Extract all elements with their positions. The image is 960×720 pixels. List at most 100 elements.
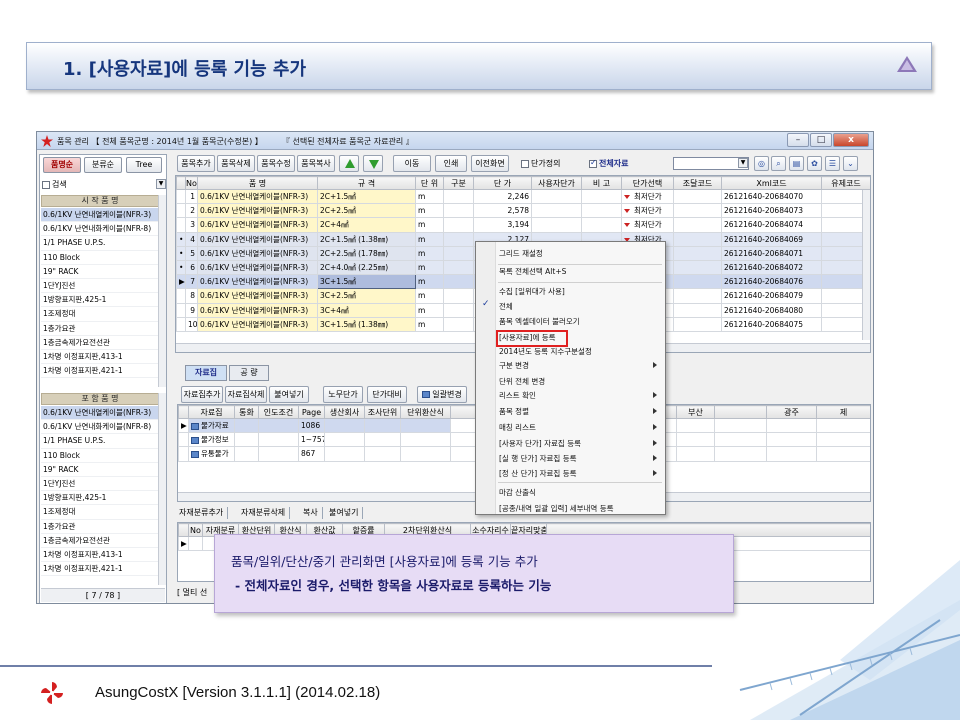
cell[interactable] xyxy=(676,432,715,448)
delete-collection-button[interactable]: 자료집삭제 xyxy=(225,386,267,403)
cell[interactable] xyxy=(400,417,451,434)
cell-price[interactable]: 2,246 xyxy=(473,188,532,205)
column-header[interactable]: 구분 xyxy=(443,176,474,190)
menu-item[interactable]: 그리드 재설정 xyxy=(499,248,543,259)
cell-procure-code[interactable] xyxy=(673,217,722,233)
cell-xml-code[interactable]: 26121640-20684072 xyxy=(721,259,822,276)
cell-name[interactable]: 0.6/1KV 난연내열케이블(NFR-3) xyxy=(197,288,318,304)
cell-kind[interactable] xyxy=(443,259,474,276)
move-button[interactable]: 이동 xyxy=(393,155,431,172)
list-item[interactable]: 1층금속제가요전선관 xyxy=(41,534,159,548)
cell-procure-code[interactable] xyxy=(673,316,722,332)
cell-no[interactable]: 9 xyxy=(185,302,198,318)
cell-procure-code[interactable] xyxy=(673,245,722,261)
cell-unit[interactable]: m xyxy=(415,274,444,290)
cell-xml-code[interactable]: 26121640-20684070 xyxy=(721,188,822,205)
cell[interactable] xyxy=(364,417,401,434)
column-header[interactable]: Page xyxy=(298,405,325,419)
cell-spec[interactable]: 3C+1.5㎟ xyxy=(317,274,416,290)
cell-unit[interactable]: m xyxy=(415,288,444,304)
print-button[interactable]: 인쇄 xyxy=(435,155,467,172)
cell-name[interactable]: 0.6/1KV 난연내열케이블(NFR-3) xyxy=(197,316,318,332)
checkbox[interactable] xyxy=(589,158,597,168)
list-item[interactable]: 1/1 PHASE U.P.S. xyxy=(41,236,159,251)
list-item[interactable]: 1/1 PHASE U.P.S. xyxy=(41,434,159,449)
cell-name[interactable]: 0.6/1KV 난연내열케이블(NFR-3) xyxy=(197,274,318,290)
chevron-down-icon[interactable]: ▼ xyxy=(738,158,748,168)
delete-material-class-button[interactable]: 자재분류삭제 xyxy=(241,507,291,519)
move-down-button[interactable] xyxy=(363,155,383,172)
menu-item[interactable]: [사용자료]에 등록 xyxy=(499,332,556,343)
tab-labor[interactable]: 공 량 xyxy=(229,365,269,381)
checkbox[interactable] xyxy=(521,159,529,168)
minimize-button[interactable]: – xyxy=(787,133,809,147)
column-header[interactable]: 비 고 xyxy=(581,176,622,190)
menu-item[interactable]: [공종/내역 일괄 입력] 세부내역 등록 xyxy=(499,503,614,514)
search-icon[interactable]: ⌕ xyxy=(771,156,786,171)
edit-item-button[interactable]: 품목수정 xyxy=(257,155,295,172)
list-item[interactable]: 1차명 이정표지판,421-1 xyxy=(41,562,159,577)
menu-item[interactable]: [정 산 단가] 자료집 등록 xyxy=(499,468,577,479)
table-row[interactable]: 3 0.6/1KV 난연내열케이블(NFR-3) 2C+4㎟ m 3,194 최저단가 26… xyxy=(176,217,870,233)
menu-item[interactable]: 2014년도 등록 지수구분설정 xyxy=(499,346,592,357)
cell[interactable] xyxy=(816,432,870,448)
cell-spec[interactable]: 3C+4㎟ xyxy=(317,302,416,318)
copy-item-button[interactable]: 품목복사 xyxy=(297,155,335,172)
cell-unit[interactable]: m xyxy=(415,217,444,233)
collapse-icon[interactable]: ⌄ xyxy=(843,156,858,171)
column-header[interactable]: 통화 xyxy=(234,405,259,419)
cell-kind[interactable] xyxy=(443,302,474,318)
column-header[interactable]: 단위환산식 xyxy=(400,405,451,419)
list-item[interactable]: 1조제정대 xyxy=(41,307,159,322)
maximize-button[interactable]: □ xyxy=(810,133,832,147)
list-item[interactable]: 1층가요관 xyxy=(41,322,159,336)
menu-item[interactable]: [사용자 단가] 자료집 등록 xyxy=(499,438,581,449)
column-header[interactable]: Xml코드 xyxy=(721,176,822,190)
cell-name[interactable]: 0.6/1KV 난연내열케이블(NFR-3) xyxy=(197,259,318,276)
triangle-up-icon[interactable] xyxy=(897,56,917,72)
column-header[interactable]: 품 명 xyxy=(197,176,318,190)
cell[interactable] xyxy=(258,432,299,448)
menu-item[interactable]: 리스트 확인 xyxy=(499,390,536,401)
cell[interactable]: 867 xyxy=(298,446,325,462)
cell-name[interactable]: 0.6/1KV 난연내열케이블(NFR-3) xyxy=(197,302,318,318)
cell[interactable]: 물가자료 xyxy=(188,417,235,434)
cell[interactable] xyxy=(364,446,401,462)
menu-item[interactable]: 매칭 리스트 xyxy=(499,422,536,433)
cell-no[interactable]: 1 xyxy=(185,188,198,205)
add-collection-button[interactable]: 자료집추가 xyxy=(181,386,223,403)
cell[interactable]: 1086 xyxy=(298,417,325,434)
menu-item[interactable]: 전체 xyxy=(499,301,513,312)
cell-unit[interactable]: m xyxy=(415,316,444,332)
all-data-checkbox[interactable]: 전체자료 xyxy=(589,158,628,169)
list-item[interactable]: 1방향표지판,425-1 xyxy=(41,293,159,308)
batch-change-button[interactable]: 일괄변경 xyxy=(417,386,467,403)
cell-name[interactable]: 0.6/1KV 난연내열케이블(NFR-3) xyxy=(197,245,318,261)
add-item-button[interactable]: 품목추가 xyxy=(177,155,215,172)
cell-unit[interactable]: m xyxy=(415,188,444,205)
cell-note[interactable] xyxy=(581,203,622,219)
cell[interactable] xyxy=(400,432,451,448)
cell-name[interactable]: 0.6/1KV 난연내열케이블(NFR-3) xyxy=(197,231,318,247)
cell[interactable]: 물가정보 xyxy=(188,432,235,448)
list-item[interactable]: 0.6/1KV 난연내열케이블(NFR-3) xyxy=(41,406,159,421)
copy-button[interactable]: 복사 xyxy=(303,507,323,519)
cell-xml-code[interactable]: 26121640-20684069 xyxy=(721,231,822,247)
cell-procure-code[interactable] xyxy=(673,288,722,304)
cell[interactable] xyxy=(714,432,767,448)
column-header[interactable] xyxy=(178,405,189,419)
cell-no[interactable]: 8 xyxy=(185,288,198,304)
cell-no[interactable]: 3 xyxy=(185,217,198,233)
cell-xml-code[interactable]: 26121640-20684071 xyxy=(721,245,822,261)
list-item[interactable]: 0.6/1KV 난연내화케이블(NFR-8) xyxy=(41,420,159,435)
list-item[interactable]: 1방향표지판,425-1 xyxy=(41,491,159,506)
cell-xml-code[interactable]: 26121640-20684075 xyxy=(721,316,822,332)
list-item[interactable]: 0.6/1KV 난연내화케이블(NFR-8) xyxy=(41,222,159,237)
cell[interactable] xyxy=(400,446,451,462)
cell-name[interactable]: 0.6/1KV 난연내열케이블(NFR-3) xyxy=(197,188,318,205)
move-up-button[interactable] xyxy=(339,155,359,172)
cell[interactable] xyxy=(234,446,259,462)
menu-item[interactable]: 단위 전체 변경 xyxy=(499,376,545,387)
cell-unit[interactable]: m xyxy=(415,245,444,261)
column-header[interactable]: No xyxy=(185,176,198,190)
